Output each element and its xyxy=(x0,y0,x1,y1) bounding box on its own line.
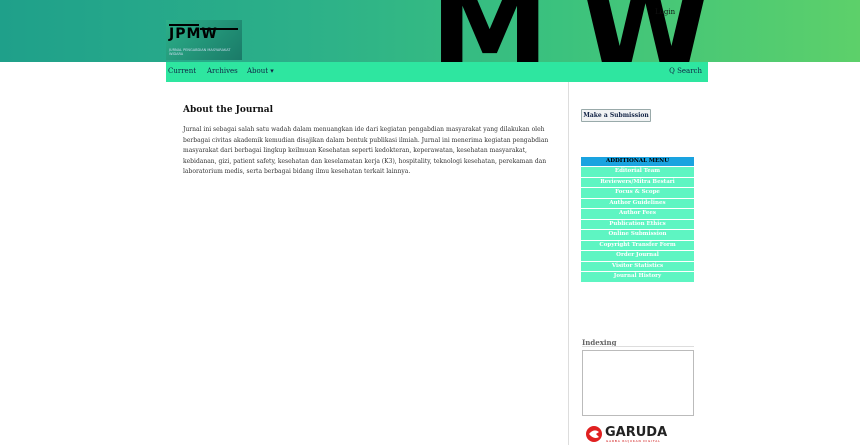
menu-journal-history[interactable]: Journal History xyxy=(581,272,694,282)
nav-about[interactable]: About ▾ xyxy=(247,67,274,75)
menu-editorial-team[interactable]: Editorial Team xyxy=(581,167,694,177)
indexing-divider xyxy=(582,346,694,347)
about-text: Jurnal ini sebagai salah satu wadah dala… xyxy=(183,126,549,175)
menu-order-journal[interactable]: Order Journal xyxy=(581,251,694,261)
garuda-icon xyxy=(586,426,602,442)
logo-subtitle: JURNAL PENGABDIAN MASYARAKAT WIDARA xyxy=(169,48,231,56)
banner-decoration: MW xyxy=(430,0,742,62)
garuda-subtitle: GARBA RUJUKAN DIGITAL xyxy=(606,439,661,443)
journal-logo[interactable]: JPMW JURNAL PENGABDIAN MASYARAKAT WIDARA xyxy=(166,20,242,60)
menu-reviewers[interactable]: Reviewers/Mitra Bestari xyxy=(581,177,694,187)
menu-publication-ethics[interactable]: Publication Ethics xyxy=(581,219,694,229)
menu-focus-scope[interactable]: Focus & Scope xyxy=(581,188,694,198)
menu-author-guidelines[interactable]: Author Guidelines xyxy=(581,198,694,208)
indexing-widget[interactable] xyxy=(582,350,694,416)
nav-current[interactable]: Current xyxy=(168,67,196,75)
main-content: About the Journal Jurnal ini sebagai sal… xyxy=(183,105,553,178)
menu-visitor-statistics[interactable]: Visitor Statistics xyxy=(581,261,694,271)
menu-copyright-form[interactable]: Copyright Transfer Form xyxy=(581,240,694,250)
garuda-logo[interactable]: GARUDA GARBA RUJUKAN DIGITAL xyxy=(585,425,695,445)
logo-text: JPMW xyxy=(169,26,218,42)
main-navigation: Current Archives About ▾ Q Search xyxy=(166,62,708,82)
sidebar-divider xyxy=(568,82,569,445)
additional-menu: ADDITIONAL MENU Editorial Team Reviewers… xyxy=(581,157,694,283)
menu-author-fees[interactable]: Author Fees xyxy=(581,209,694,219)
nav-archives[interactable]: Archives xyxy=(207,67,238,75)
garuda-text: GARUDA xyxy=(605,425,668,440)
page-title: About the Journal xyxy=(183,105,274,115)
menu-online-submission[interactable]: Online Submission xyxy=(581,230,694,240)
search-link[interactable]: Q Search xyxy=(669,67,702,75)
make-submission-button[interactable]: Make a Submission xyxy=(581,109,651,122)
additional-menu-title: ADDITIONAL MENU xyxy=(581,157,694,166)
header-banner: MW Login xyxy=(0,0,860,62)
login-link[interactable]: Login xyxy=(655,8,675,16)
